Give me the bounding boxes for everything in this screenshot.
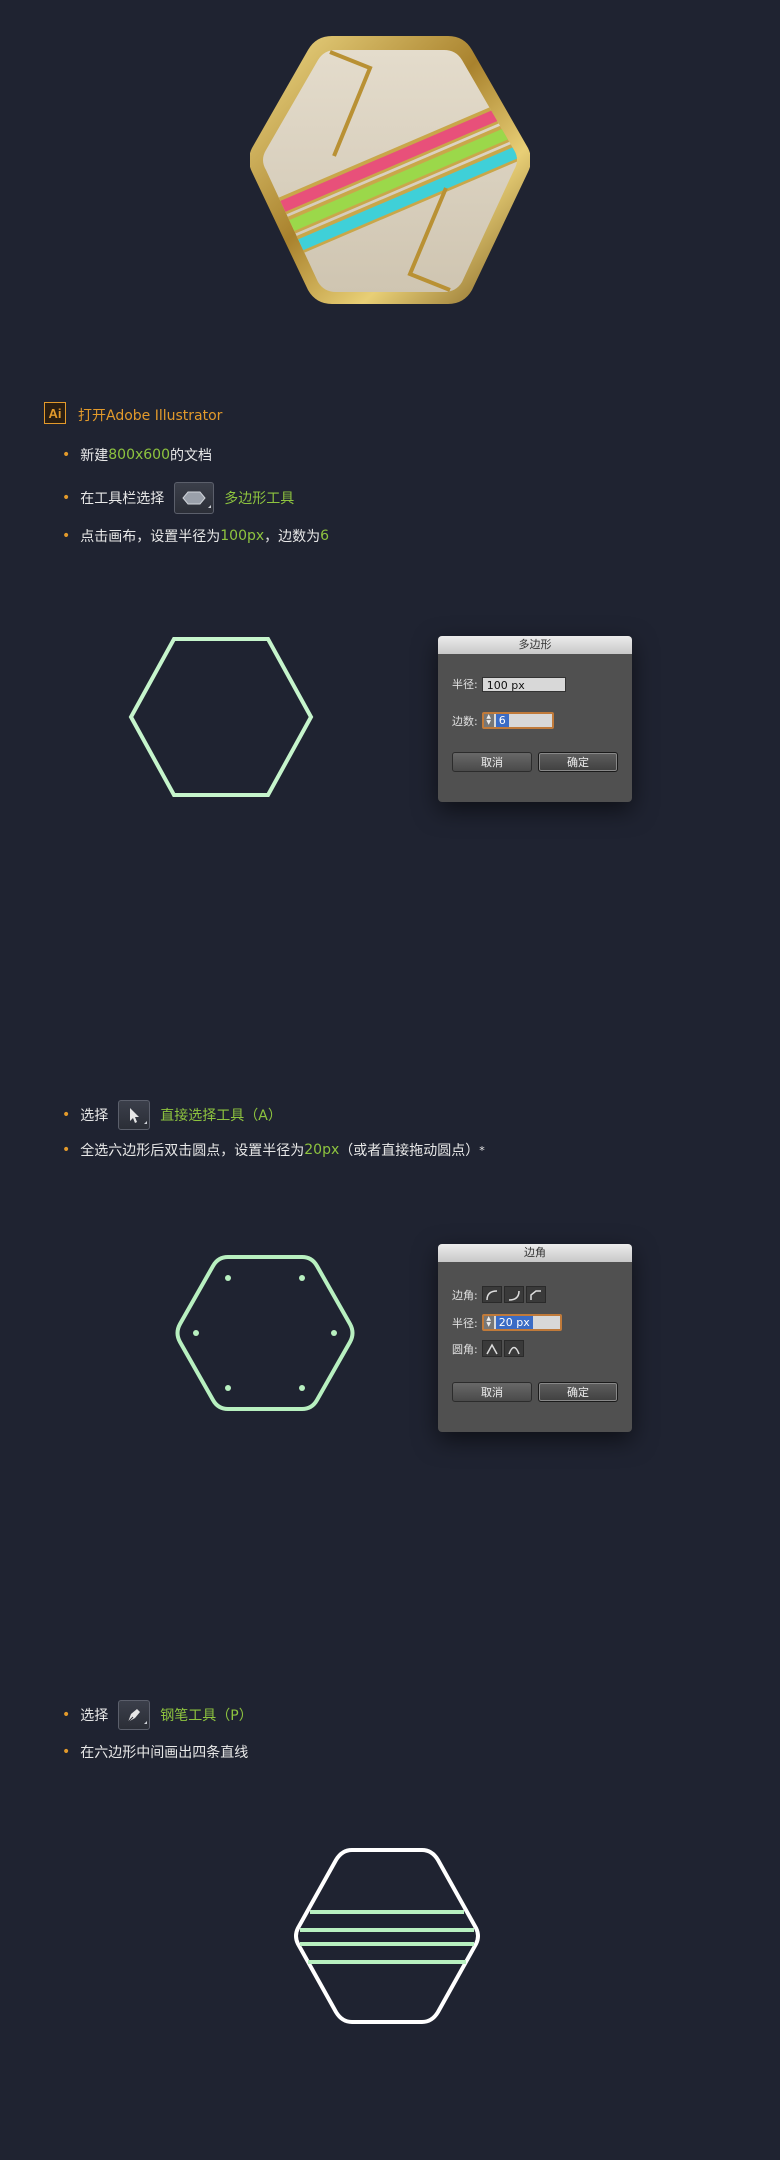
step-pen-tool: • 选择 钢笔工具（P） [62,1700,253,1730]
dialog-title: 多边形 [438,636,632,654]
rounding-relative-icon[interactable] [481,1340,502,1357]
radius-label: 半径: [452,1316,478,1330]
cancel-button[interactable]: 取消 [452,1382,532,1402]
step-new-document: • 新建 800x600 的文档 [62,447,212,464]
cancel-button[interactable]: 取消 [452,752,532,772]
ok-button[interactable]: 确定 [538,1382,618,1402]
radius-label: 半径: [452,678,478,691]
rounded-hexagon-shape [175,1255,355,1411]
polygon-tool-icon[interactable] [174,482,215,514]
step-draw-lines: • 在六边形中间画出四条直线 [62,1744,249,1761]
step-set-radius-sides: • 点击画布，设置半径为 100px ，边数为 6 [62,528,330,545]
open-app-heading: 打开Adobe Illustrator [78,408,223,424]
hexagon-outline-shape [128,637,314,797]
polygon-dialog: 多边形 半径: 100 px 边数: ▲ ▼ 6 取消 确定 [438,636,632,802]
illustrator-logo-icon: Ai [44,402,66,424]
step-direct-select: • 选择 直接选择工具（A） [62,1100,282,1130]
corner-label: 边角: [452,1288,478,1302]
corner-inverted-icon[interactable] [503,1286,524,1303]
hexagon-badge-icon [250,36,530,304]
sides-stepper[interactable]: ▲ ▼ 6 [481,712,554,729]
rounding-absolute-icon[interactable] [503,1340,524,1357]
step-select-polygon-tool: • 在工具栏选择 多边形工具 [62,482,294,514]
pen-tool-icon[interactable] [118,1700,151,1730]
corner-round-icon[interactable] [481,1286,502,1303]
sides-label: 边数: [452,714,478,728]
dialog-title: 边角 [438,1244,632,1262]
direct-select-icon[interactable] [118,1100,151,1130]
hexagon-with-lines-shape [294,1848,480,2024]
step-round-corners: • 全选六边形后双击圆点，设置半径为 20px （或者直接拖动圆点） * [62,1142,485,1159]
ok-button[interactable]: 确定 [538,752,618,772]
rounding-label: 圆角: [452,1342,478,1356]
corner-dialog: 边角 边角: 半径: ▲ ▼ 20 px 圆角: 取消 确定 [438,1244,632,1432]
radius-stepper[interactable]: ▲ ▼ 20 px [481,1314,562,1331]
corner-chamfer-icon[interactable] [525,1286,546,1303]
radius-input[interactable]: 100 px [481,676,566,692]
